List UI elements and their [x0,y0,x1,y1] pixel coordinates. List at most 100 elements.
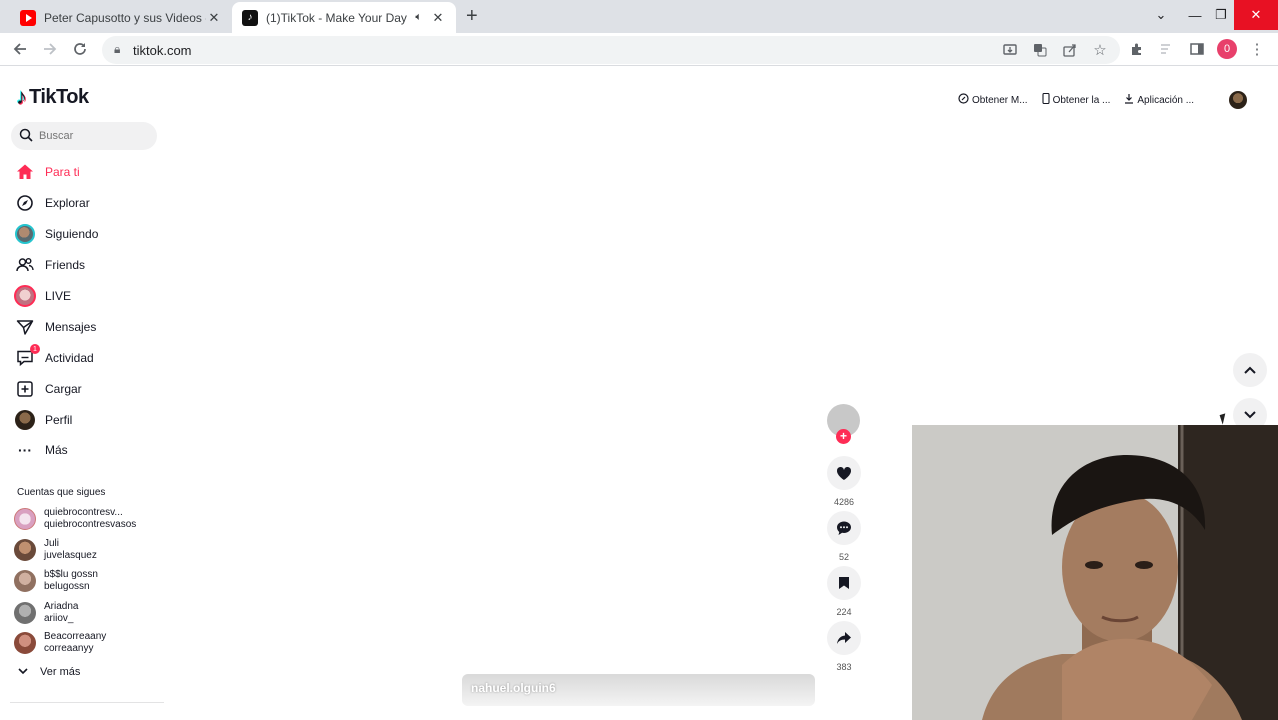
tab-tiktok[interactable]: ♪ (1)TikTok - Make Your Day 🔈︎ ✕ [232,2,456,33]
search-icon[interactable] [19,128,33,147]
search-box[interactable] [11,122,157,150]
webcam-person-image [912,425,1278,720]
following-account[interactable]: b$$lu gossn belugossn [14,568,164,594]
account-name: quiebrocontresv... [44,507,123,518]
home-icon [14,161,36,183]
minimize-button[interactable]: — [1182,0,1208,30]
address-bar[interactable]: 🔒︎ tiktok.com ☆ [102,36,1120,64]
nav-live[interactable]: LIVE [14,283,164,309]
speaker-icon[interactable]: 🔈︎ [415,11,422,24]
notification-badge: 1 [30,344,40,354]
extensions-icon[interactable] [1127,39,1147,59]
nav-actividad[interactable]: 1 Actividad [14,344,164,371]
share-button[interactable] [827,621,861,655]
following-account[interactable]: Juli juvelasquez [14,537,164,563]
nav-perfil[interactable]: Perfil [14,407,164,433]
nav-label: Más [45,443,68,457]
comment-button[interactable] [827,511,861,545]
nav-siguiendo[interactable]: Siguiendo [14,221,164,247]
chrome-menu-icon[interactable]: ⋮ [1247,39,1267,59]
profile-avatar [14,409,36,431]
share-action: 383 [826,621,862,672]
nav-mensajes[interactable]: Mensajes [14,314,164,340]
like-button[interactable] [827,456,861,490]
nav-label: Cargar [45,382,82,396]
nav-cargar[interactable]: Cargar [14,376,164,402]
restore-button[interactable]: ❐ [1208,0,1234,30]
tab-close-icon[interactable]: ✕ [430,10,446,26]
mouse-cursor-icon [1219,413,1229,425]
search-input[interactable] [39,127,149,145]
account-avatar [14,632,36,654]
inbox-icon: 1 [14,344,40,369]
account-handle: correaanyy [44,643,94,654]
forward-icon[interactable] [40,39,60,59]
following-avatar [14,223,36,245]
account-name: Beacorreaany [44,631,107,642]
tab-close-icon[interactable]: ✕ [206,10,222,26]
header-link-coins[interactable]: Obtener M... [958,93,1028,107]
previous-video-button[interactable] [1233,353,1267,387]
tab-search-icon[interactable]: ⌄ [1150,0,1172,30]
share-icon[interactable] [1060,40,1080,60]
translate-icon[interactable] [1030,40,1050,60]
lock-icon[interactable]: 🔒︎ [114,42,120,57]
reload-icon[interactable] [70,39,90,59]
account-avatar [14,570,36,592]
following-account[interactable]: Ariadna ariiov_ [14,600,164,626]
bookmark-star-icon[interactable]: ☆ [1090,40,1110,60]
webcam-overlay [912,425,1278,720]
follow-plus-button[interactable]: + [836,429,851,444]
following-account[interactable]: Beacorreaany correaanyy [14,630,164,656]
account-avatar [14,539,36,561]
send-icon [14,316,36,338]
tab-title: Peter Capusotto y sus Videos - Yo [44,10,206,25]
new-tab-button[interactable]: + [466,5,478,28]
nav-explorar[interactable]: Explorar [14,190,164,216]
bookmark-button[interactable] [827,566,861,600]
tiktok-favicon-icon: ♪ [242,9,258,26]
account-handle: ariiov_ [44,613,74,624]
comment-action: 52 [826,511,862,562]
nav-label: Siguiendo [45,227,99,241]
reading-list-icon[interactable] [1157,39,1177,59]
account-avatar [14,508,36,530]
back-icon[interactable] [10,39,30,59]
compass-icon [14,192,36,214]
window-close-button[interactable]: ✕ [1234,0,1278,30]
logo-text: TikTok [29,85,89,108]
phone-icon [1042,92,1050,107]
user-avatar[interactable] [1229,91,1247,109]
install-app-icon[interactable] [1000,40,1020,60]
tiktok-note-icon: ♪ [16,84,27,109]
see-more-link[interactable]: Ver más [18,666,80,678]
nav-label: LIVE [45,289,72,303]
more-dots-icon: ··· [18,442,32,458]
account-name: Ariadna [44,601,79,612]
nav-mas[interactable]: ··· Más [14,437,164,463]
account-handle: belugossn [44,581,90,592]
like-count: 4286 [833,497,855,507]
header-link-desktop-app[interactable]: Aplicación ... [1124,93,1194,107]
video-caption-bar[interactable]: nahuel.olguin6 [462,674,815,706]
comment-count: 52 [838,552,849,562]
nav-label: Actividad [45,351,94,365]
side-panel-icon[interactable] [1187,39,1207,59]
profile-avatar[interactable]: 0 [1217,39,1237,59]
nav-para-ti[interactable]: Para ti [14,159,164,185]
nav-friends[interactable]: Friends [14,252,164,278]
tiktok-logo[interactable]: ♪ TikTok [16,84,89,110]
account-handle: juvelasquez [44,550,97,561]
account-name: Juli [44,538,60,549]
nav-label: Mensajes [45,320,97,334]
account-name: b$$lu gossn [44,569,98,580]
nav-label: Friends [45,258,86,272]
caption-username: nahuel.olguin6 [471,681,556,695]
header-link-app[interactable]: Obtener la ... [1042,92,1110,107]
tab-strip: Peter Capusotto y sus Videos - Yo ✕ ♪ (1… [0,0,1278,33]
following-account[interactable]: quiebrocontresv... quiebrocontresvasos [14,506,164,532]
tab-youtube[interactable]: Peter Capusotto y sus Videos - Yo ✕ [10,2,232,33]
header-link-label: Aplicación ... [1137,94,1195,106]
account-handle: quiebrocontresvasos [44,519,137,530]
like-action: 4286 [826,456,862,507]
